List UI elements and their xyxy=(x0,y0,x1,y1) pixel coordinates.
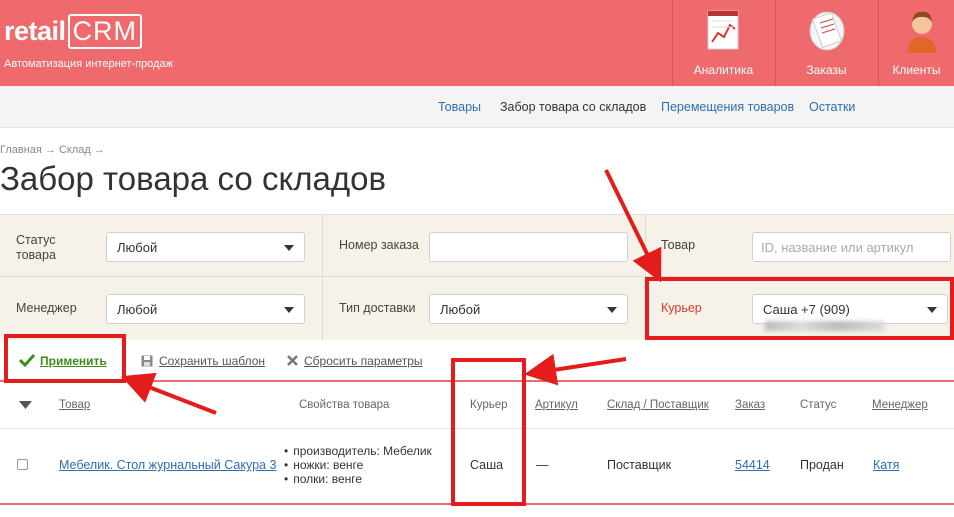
arrow-to-courier-filter xyxy=(604,169,662,283)
annotation-arrows xyxy=(121,169,662,415)
arrow-to-courier-column xyxy=(524,353,627,386)
arrow-to-apply-button xyxy=(121,372,217,415)
